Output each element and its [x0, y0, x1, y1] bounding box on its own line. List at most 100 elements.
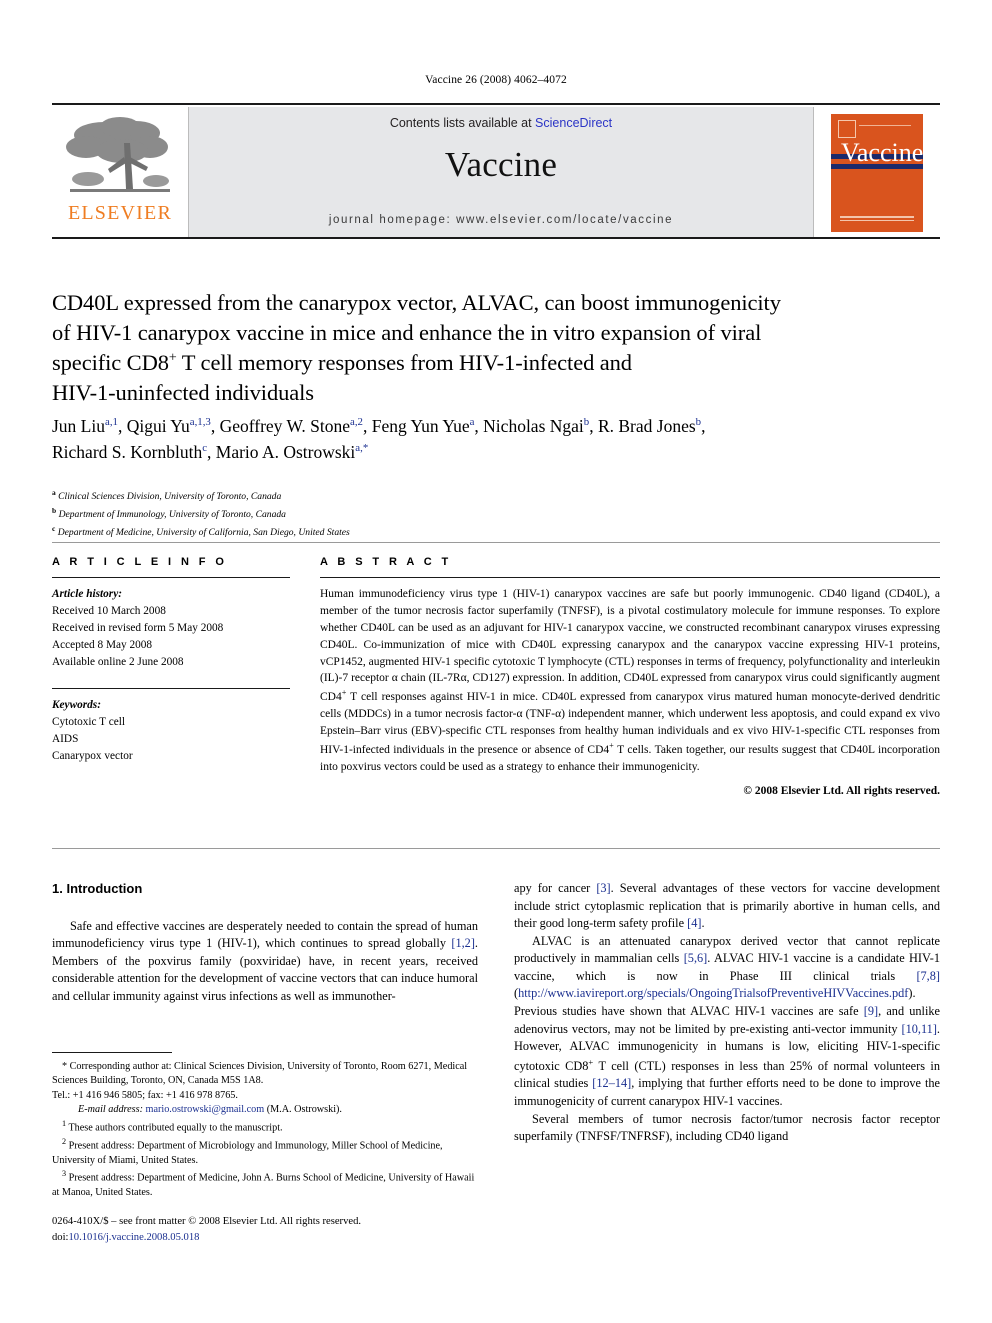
footnote-email-suffix: (M.A. Ostrowski). — [264, 1104, 342, 1116]
footnote-area: * Corresponding author at: Clinical Scie… — [52, 1052, 478, 1201]
running-head: Vaccine 26 (2008) 4062–4072 — [425, 74, 567, 86]
intro-paragraph-right-1: apy for cancer [3]. Several advantages o… — [514, 880, 940, 933]
cover-title-text: Vaccine — [841, 138, 923, 167]
doi-link[interactable]: 10.1016/j.vaccine.2008.05.018 — [68, 1232, 199, 1243]
keywords-rule — [52, 687, 290, 689]
article-title-line-2: of HIV-1 canarypox vaccine in mice and e… — [52, 319, 762, 345]
footnote-1-text: These authors contributed equally to the… — [66, 1122, 283, 1134]
author-list: Jun Liua,1, Qigui Yua,1,3, Geoffrey W. S… — [52, 413, 932, 466]
contents-prefix: Contents lists available at — [389, 116, 536, 130]
journal-article-page: Vaccine 26 (2008) 4062–4072 ELSEVIER Con… — [0, 0, 992, 1323]
article-info-rule — [52, 577, 290, 578]
affiliation-text: Clinical Sciences Division, University o… — [58, 491, 282, 503]
citation-link[interactable]: [3] — [596, 881, 610, 895]
affiliation-item: b Department of Immunology, University o… — [52, 505, 932, 523]
author-affiliation-mark[interactable]: a,1,3 — [190, 416, 211, 428]
cover-art: Vaccine — [831, 114, 923, 232]
author-name: , Geoffrey W. Stone — [210, 416, 351, 436]
journal-title: Vaccine — [444, 145, 558, 184]
intro-paragraph-right-2: ALVAC is an attenuated canarypox derived… — [514, 933, 940, 1111]
info-section-top-rule — [52, 542, 940, 543]
doi-line: doi:10.1016/j.vaccine.2008.05.018 — [52, 1230, 492, 1246]
footnote-2: 2 Present address: Department of Microbi… — [52, 1136, 478, 1168]
footnote-3-text: Present address: Department of Medicine,… — [52, 1172, 475, 1199]
footnote-email-label: E-mail address: — [78, 1104, 143, 1116]
footnote-3: 3 Present address: Department of Medicin… — [52, 1168, 478, 1200]
intro-right-text-c: . — [701, 916, 705, 931]
article-info-heading: A R T I C L E I N F O — [52, 556, 228, 568]
elsevier-wordmark: ELSEVIER — [67, 202, 173, 224]
abstract-part-1: Human immunodeficiency virus type 1 (HIV… — [320, 588, 940, 704]
author-name: , R. Brad Jones — [589, 416, 696, 436]
banner-center: Contents lists available at ScienceDirec… — [188, 107, 814, 239]
author-name: , Feng Yun Yue — [362, 416, 470, 436]
doi-label: doi: — [52, 1231, 69, 1243]
journal-homepage-url[interactable]: journal homepage: www.elsevier.com/locat… — [189, 214, 813, 226]
cover-elsevier-mark-icon — [838, 120, 856, 138]
cover-footer-lines — [840, 216, 914, 223]
footnote-corresponding-text: Corresponding author at: Clinical Scienc… — [52, 1061, 468, 1087]
abstract-copyright: © 2008 Elsevier Ltd. All rights reserved… — [743, 785, 940, 798]
keywords-block: Keywords: Cytotoxic T cell AIDS Canarypo… — [52, 697, 290, 765]
footnote-telephone: Tel.: +1 416 946 5805; fax: +1 416 978 8… — [52, 1089, 238, 1101]
article-title-line-3a: specific CD8 — [52, 349, 169, 375]
citation-link[interactable]: [4] — [687, 916, 701, 930]
abstract-heading: A B S T R A C T — [320, 556, 452, 568]
body-column-right: apy for cancer [3]. Several advantages o… — [514, 880, 940, 1146]
author-separator: , — [701, 416, 706, 436]
journal-cover-thumbnail: Vaccine — [814, 107, 940, 239]
article-title-line-4: HIV-1-uninfected individuals — [52, 379, 314, 405]
author-name: Jun Liu — [52, 416, 105, 436]
citation-link[interactable]: [1,2] — [451, 936, 475, 950]
affiliation-text: Department of Immunology, University of … — [58, 509, 286, 521]
author-name: , Mario A. Ostrowski — [207, 442, 356, 463]
abstract-column: A B S T R A C T Human immunodeficiency v… — [320, 556, 940, 797]
author-name: Richard S. Kornbluth — [52, 442, 203, 463]
elsevier-tree-icon — [66, 117, 170, 192]
citation-link[interactable]: [9] — [864, 1004, 878, 1018]
affiliation-text: Department of Medicine, University of Ca… — [57, 527, 350, 539]
abstract-text: Human immunodeficiency virus type 1 (HIV… — [320, 586, 940, 775]
banner-bottom-rule — [52, 237, 940, 239]
affiliation-mark: b — [52, 506, 57, 516]
keyword-item: Canarypox vector — [52, 749, 133, 762]
abstract-rule — [320, 577, 940, 578]
article-history-item: Received 10 March 2008 — [52, 604, 166, 617]
intro-paragraph-left: Safe and effective vaccines are desperat… — [52, 918, 478, 1006]
affiliation-list: a Clinical Sciences Division, University… — [52, 487, 932, 541]
elsevier-logo: ELSEVIER — [52, 107, 188, 239]
article-title-line-3b: T cell memory responses from HIV-1-infec… — [176, 349, 632, 375]
article-history-label: Article history: — [52, 588, 122, 600]
email-link[interactable]: mario.ostrowski@gmail.com — [146, 1104, 265, 1115]
intro-right-text-a: apy for cancer — [514, 881, 597, 895]
intro-paragraph-right-3: Several members of tumor necrosis factor… — [514, 1111, 940, 1144]
affiliation-mark: c — [52, 524, 56, 534]
article-history-item: Available online 2 June 2008 — [52, 655, 184, 668]
author-affiliation-mark[interactable]: a,2 — [350, 416, 363, 428]
intro-left-text-a: Safe and effective vaccines are desperat… — [52, 918, 478, 951]
keywords-label: Keywords: — [52, 698, 101, 711]
author-affiliation-mark[interactable]: a,* — [355, 442, 368, 454]
citation-link[interactable]: [12–14] — [592, 1076, 631, 1090]
abstract-bottom-rule — [52, 848, 940, 849]
footnote-2-text: Present address: Department of Microbiol… — [52, 1140, 443, 1166]
author-affiliation-mark[interactable]: a,1 — [105, 416, 118, 428]
footnote-email-line: E-mail address: mario.ostrowski@gmail.co… — [52, 1103, 478, 1117]
sciencedirect-link[interactable]: ScienceDirect — [535, 116, 612, 130]
citation-link[interactable]: [10,11] — [902, 1022, 937, 1036]
issn-doi-block: 0264-410X/$ – see front matter © 2008 El… — [52, 1214, 492, 1246]
external-url-link[interactable]: http://www.iavireport.org/specials/Ongoi… — [518, 986, 908, 1000]
author-name: , Nicholas Ngai — [474, 416, 584, 436]
journal-banner: ELSEVIER Contents lists available at Sci… — [52, 103, 940, 239]
citation-link[interactable]: [5,6] — [684, 951, 708, 965]
citation-link[interactable]: [7,8] — [916, 969, 940, 983]
article-history-item: Accepted 8 May 2008 — [52, 638, 153, 651]
article-title-line-1: CD40L expressed from the canarypox vecto… — [52, 290, 781, 315]
article-history-item: Received in revised form 5 May 2008 — [52, 621, 224, 634]
section-heading-introduction: 1. Introduction — [52, 881, 143, 896]
contents-list-line: Contents lists available at ScienceDirec… — [390, 116, 612, 130]
issn-line: 0264-410X/$ – see front matter © 2008 El… — [52, 1216, 362, 1227]
keyword-item: AIDS — [52, 732, 79, 745]
author-name: , Qigui Yu — [117, 416, 190, 436]
article-history-block: Article history: Received 10 March 2008 … — [52, 586, 290, 671]
